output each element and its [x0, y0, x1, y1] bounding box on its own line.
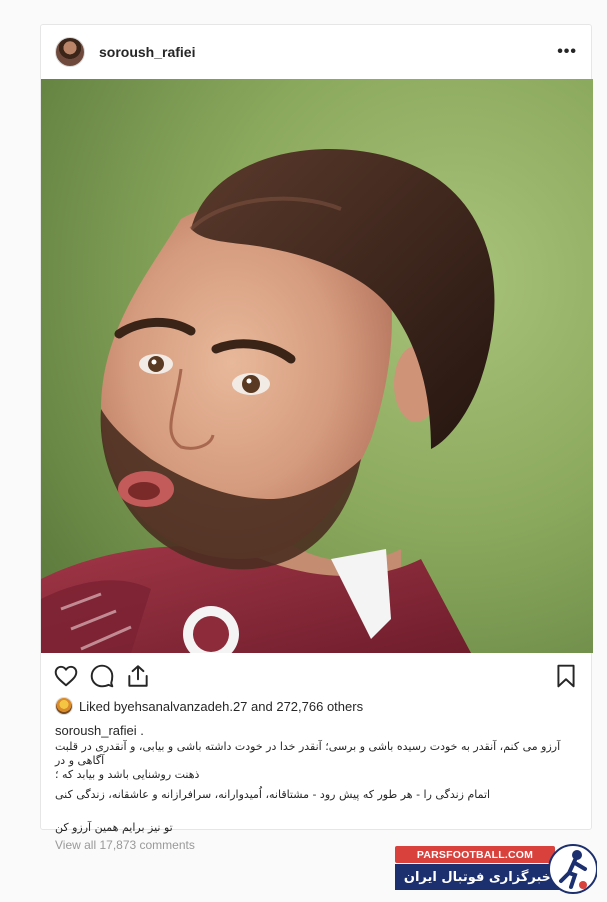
watermark: PARSFOOTBALL.COM خبرگزاری فوتبال ایران: [395, 843, 600, 895]
caption-line-1: آرزو می کنم، آنقدر به خودت رسیده باشی و …: [55, 740, 561, 767]
more-horizontal-icon[interactable]: •••: [557, 43, 577, 61]
post-header: soroush_rafiei •••: [41, 25, 591, 79]
post-username[interactable]: soroush_rafiei: [99, 44, 195, 60]
watermark-name: خبرگزاری فوتبال ایران: [395, 864, 560, 890]
caption-line-3: اتمام زندگی را - هر طور که پیش رود - مشت…: [55, 788, 491, 801]
avatar[interactable]: [55, 37, 85, 67]
caption-username[interactable]: soroush_rafiei .: [55, 723, 144, 738]
post-photo[interactable]: [41, 79, 593, 653]
liker-username[interactable]: ehsanalvanzadeh.27: [127, 699, 247, 714]
football-player-logo-icon: [548, 844, 597, 894]
share-icon[interactable]: [125, 663, 151, 689]
post-card: soroush_rafiei ••• Liked by ehsanalvanza…: [40, 24, 593, 852]
view-all-comments-link[interactable]: View all 17,873 comments: [55, 838, 195, 852]
likes-row: Liked by ehsanalvanzadeh.27 and 272,766 …: [55, 695, 363, 717]
watermark-site: PARSFOOTBALL.COM: [395, 846, 555, 863]
caption-text-1: آرزو می کنم، آنقدر به خودت رسیده باشی و …: [55, 740, 575, 782]
comment-icon[interactable]: [89, 663, 115, 689]
bookmark-icon[interactable]: [553, 663, 579, 689]
likes-count[interactable]: and 272,766 others: [247, 699, 363, 714]
caption-line-2: ذهنت روشنایی باشد و بیابد که ؛: [55, 768, 200, 781]
heart-icon[interactable]: [53, 663, 79, 689]
action-bar: [41, 653, 591, 699]
likes-prefix: Liked by: [79, 698, 128, 714]
caption-line-4: تو نیز برایم همین آرزو کن: [55, 821, 173, 834]
liker-avatar[interactable]: [55, 697, 73, 715]
